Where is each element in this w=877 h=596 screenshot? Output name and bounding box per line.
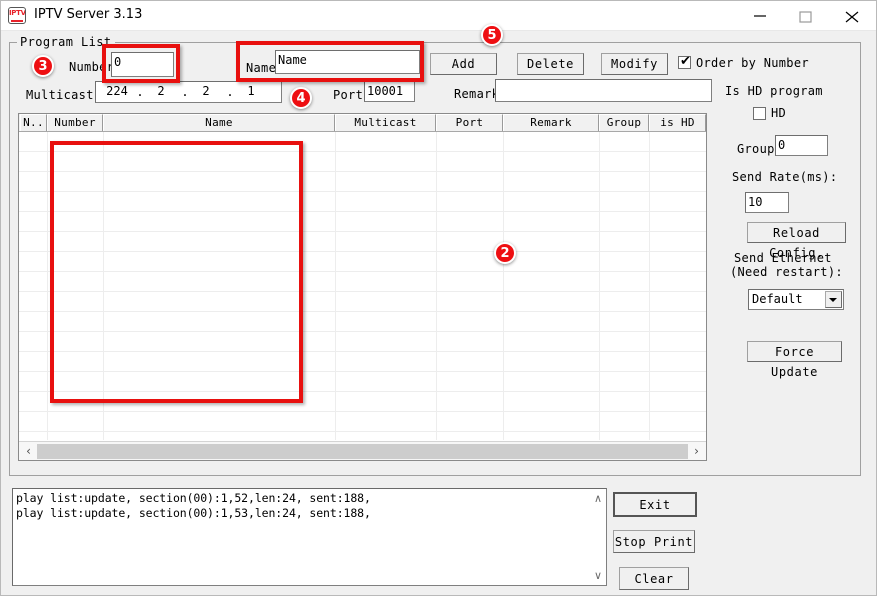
maximize-icon (799, 11, 813, 23)
multicast-dot-1: . (136, 85, 144, 99)
send-ethernet-selected-value: Default (752, 292, 803, 306)
table-row[interactable] (19, 372, 706, 392)
chevron-down-icon[interactable] (825, 291, 842, 308)
app-icon-bar (11, 20, 23, 22)
log-text: play list:update, section(00):1,52,len:2… (16, 491, 588, 521)
table-column-divider (47, 132, 48, 440)
table-header-cell-number[interactable]: Number (47, 114, 103, 131)
group-label: Group (737, 142, 775, 156)
multicast-octet-3[interactable]: 2 (189, 84, 223, 100)
multicast-dot-3: . (226, 85, 234, 99)
multicast-label: Multicast (26, 88, 94, 102)
reload-config-button[interactable]: Reload Config. (747, 222, 846, 243)
name-input[interactable]: Name (275, 50, 420, 74)
hd-checkbox-label: HD (771, 106, 786, 120)
program-table[interactable]: N..NumberNameMulticastPortRemarkGroupis … (18, 113, 707, 461)
table-header-cell-group[interactable]: Group (599, 114, 649, 131)
table-row[interactable] (19, 332, 706, 352)
modify-button[interactable]: Modify (601, 53, 668, 75)
checkmark-icon: ✔ (680, 55, 691, 68)
table-row[interactable] (19, 392, 706, 412)
table-header-row: N..NumberNameMulticastPortRemarkGroupis … (19, 114, 706, 132)
table-column-divider (103, 132, 104, 440)
table-column-divider (649, 132, 650, 440)
close-icon (845, 11, 859, 23)
send-rate-label: Send Rate(ms): (732, 170, 837, 184)
table-header-cell-is-hd[interactable]: is HD (649, 114, 706, 131)
send-ethernet-label-line1: Send Ethernet (734, 251, 832, 265)
window-title: IPTV Server 3.13 (34, 7, 142, 22)
number-input[interactable]: 0 (111, 52, 174, 77)
port-input[interactable]: 10001 (364, 81, 415, 102)
table-row[interactable] (19, 192, 706, 212)
scroll-right-arrow-icon[interactable]: › (688, 442, 705, 460)
multicast-dot-2: . (181, 85, 189, 99)
table-horizontal-scrollbar[interactable]: ‹ › (19, 441, 706, 460)
delete-button[interactable]: Delete (517, 53, 584, 75)
scroll-left-arrow-icon[interactable]: ‹ (20, 442, 37, 460)
program-list-group-label: Program List (17, 35, 115, 49)
table-column-divider (599, 132, 600, 440)
table-header-cell-name[interactable]: Name (103, 114, 335, 131)
group-input[interactable]: 0 (775, 135, 828, 156)
app-icon-label: IPTV (9, 9, 25, 17)
clear-button[interactable]: Clear (619, 567, 689, 590)
remark-label: Remark (454, 87, 499, 101)
close-button[interactable] (829, 1, 875, 30)
table-column-divider (335, 132, 336, 440)
hd-checkbox-box[interactable] (753, 107, 766, 120)
number-label: Number (69, 60, 114, 74)
horizontal-scroll-thumb[interactable] (37, 444, 688, 459)
multicast-address-input[interactable]: 224 . 2 . 2 . 1 (95, 81, 282, 103)
send-ethernet-select[interactable]: Default (748, 289, 844, 310)
iptv-app-icon: IPTV (8, 7, 26, 24)
log-scroll-up-icon[interactable]: ∧ (590, 490, 606, 507)
force-update-button[interactable]: Force Update (747, 341, 842, 362)
minimize-button[interactable] (737, 1, 783, 30)
table-row[interactable] (19, 232, 706, 252)
title-bar: IPTV IPTV Server 3.13 (1, 1, 876, 31)
table-header-cell-port[interactable]: Port (436, 114, 503, 131)
table-row[interactable] (19, 172, 706, 192)
table-column-divider (503, 132, 504, 440)
send-rate-input[interactable]: 10 (745, 192, 789, 213)
table-row[interactable] (19, 352, 706, 372)
log-output[interactable]: play list:update, section(00):1,52,len:2… (12, 488, 607, 586)
log-scroll-down-icon[interactable]: ∨ (590, 567, 606, 584)
order-by-number-label: Order by Number (696, 56, 809, 70)
multicast-octet-1[interactable]: 224 (100, 84, 134, 100)
iptv-server-window: IPTV IPTV Server 3.13 Program List Numbe… (0, 0, 877, 596)
minimize-icon (753, 11, 767, 21)
table-row[interactable] (19, 292, 706, 312)
send-ethernet-label-line2: (Need restart): (730, 265, 843, 279)
table-row[interactable] (19, 252, 706, 272)
table-row[interactable] (19, 412, 706, 432)
is-hd-program-label: Is HD program (725, 84, 823, 98)
order-by-number-box[interactable]: ✔ (678, 56, 691, 69)
table-header-cell-remark[interactable]: Remark (503, 114, 599, 131)
table-body[interactable] (19, 132, 706, 440)
table-row[interactable] (19, 132, 706, 152)
table-column-divider (436, 132, 437, 440)
stop-print-button[interactable]: Stop Print (613, 530, 695, 553)
remark-input[interactable] (495, 79, 712, 102)
table-row[interactable] (19, 272, 706, 292)
log-vertical-scrollbar[interactable]: ∧ ∨ (589, 489, 606, 585)
table-row[interactable] (19, 312, 706, 332)
exit-button[interactable]: Exit (613, 492, 697, 517)
maximize-button[interactable] (783, 1, 829, 30)
table-row[interactable] (19, 152, 706, 172)
multicast-octet-2[interactable]: 2 (144, 84, 178, 100)
add-button[interactable]: Add (430, 53, 497, 75)
table-header-cell-n[interactable]: N.. (20, 114, 47, 131)
port-label: Port (333, 88, 363, 102)
table-row[interactable] (19, 212, 706, 232)
table-header-cell-multicast[interactable]: Multicast (335, 114, 436, 131)
name-label: Name (246, 61, 276, 75)
multicast-octet-4[interactable]: 1 (234, 84, 268, 100)
